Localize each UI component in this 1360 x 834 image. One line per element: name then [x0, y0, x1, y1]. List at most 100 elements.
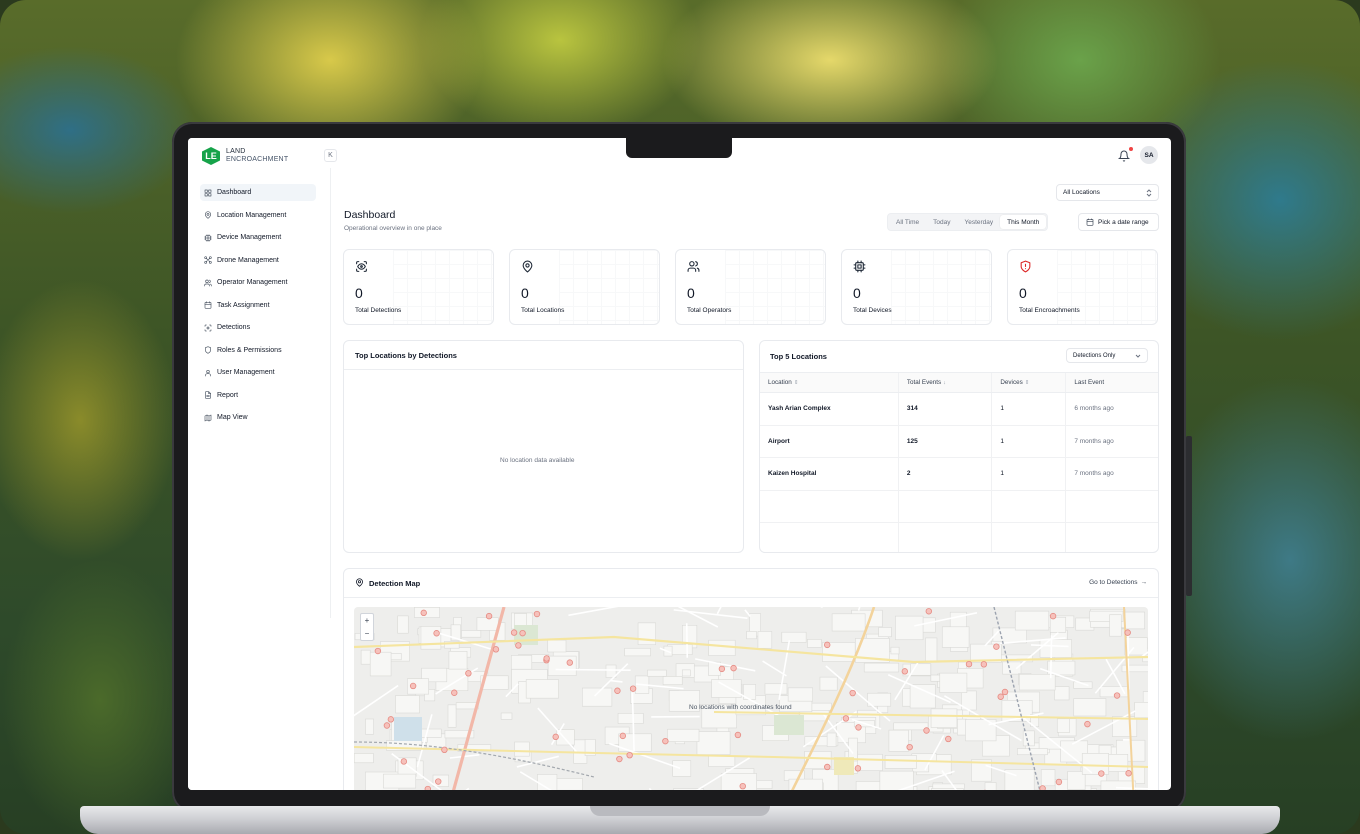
chip-icon [204, 233, 212, 242]
zoom-in-button[interactable]: + [365, 616, 370, 625]
map-zoom-control: + − [360, 613, 374, 641]
sort-icon: ↓ [943, 380, 946, 386]
detection-map-panel: Detection Map Go to Detections → + − No … [343, 568, 1159, 790]
panel-header-divider [344, 369, 743, 370]
sidebar-item-user-management[interactable]: User Management [200, 364, 316, 381]
stat-value: 0 [687, 285, 695, 301]
column-header-label: Last Event [1074, 379, 1105, 386]
sidebar: LE LAND ENCROACHMENT Dashboard Location M… [188, 138, 326, 790]
stat-label: Total Encroachments [1019, 307, 1080, 314]
date-range-button[interactable]: Pick a date range [1078, 213, 1159, 231]
top5-table: Location ⇕ Total Events ↓ Devices ⇕ Last Event… [760, 372, 1158, 552]
sidebar-item-roles-permissions[interactable]: Roles & Permissions [200, 342, 316, 359]
page-subtitle: Operational overview in one place [344, 225, 442, 232]
time-range-tabs: All Time Today Yesterday This Month [887, 213, 1049, 231]
top5-title: Top 5 Locations [770, 352, 827, 361]
chip-icon [853, 260, 866, 273]
sidebar-item-task-assignment[interactable]: Task Assignment [200, 297, 316, 314]
sort-icon: ⇕ [793, 380, 799, 386]
table-row[interactable]: Kaizen Hospital 2 1 7 months ago [760, 457, 1158, 491]
sidebar-item-label: Location Management [217, 211, 287, 219]
table-row[interactable]: Yash Arian Complex 314 1 6 months ago [760, 392, 1158, 426]
sidebar-item-label: Device Management [217, 234, 282, 241]
card-grid-decoration [559, 250, 659, 324]
empty-cell [897, 490, 992, 523]
cell-location: Yash Arian Complex [760, 392, 899, 426]
zoom-out-button[interactable]: − [365, 629, 370, 638]
column-header-label: Total Events [906, 379, 942, 386]
go-to-detections-link[interactable]: Go to Detections → [1089, 579, 1147, 586]
sidebar-item-device-management[interactable]: Device Management [200, 229, 316, 246]
cell-total-events: 125 [897, 425, 992, 458]
sidebar-nav: Dashboard Location Management Device Manag… [200, 184, 316, 432]
location-filter-select[interactable]: All Locations [1056, 184, 1159, 201]
stat-label: Total Locations [521, 307, 565, 314]
sidebar-item-label: Dashboard [217, 189, 252, 196]
laptop-screen: LE LAND ENCROACHMENT Dashboard Location M… [188, 138, 1171, 790]
sort-icon: ⇕ [1024, 380, 1030, 386]
sidebar-collapse-button[interactable]: K [324, 149, 337, 162]
grid-icon [204, 189, 212, 197]
calendar-icon [1086, 218, 1094, 226]
sidebar-item-map-view[interactable]: Map View [200, 409, 316, 426]
chevron-down-icon [1135, 354, 1141, 358]
tab-this-month[interactable]: This Month [1000, 215, 1047, 229]
sidebar-item-dashboard[interactable]: Dashboard [200, 184, 316, 201]
cell-last-event: 7 months ago [1065, 425, 1158, 458]
card-grid-decoration [891, 250, 991, 324]
stat-card-total-devices[interactable]: 0 Total Devices [841, 249, 992, 325]
cell-total-events: 2 [897, 457, 992, 491]
cell-location: Kaizen Hospital [760, 457, 899, 491]
tab-all-time[interactable]: All Time [889, 215, 926, 229]
users-icon [204, 279, 212, 287]
detection-map-canvas[interactable]: + − No locations with coordinates found [354, 607, 1148, 790]
sidebar-item-detections[interactable]: Detections [200, 319, 316, 336]
empty-cell [991, 490, 1066, 523]
top5-filter-value: Detections Only [1073, 352, 1116, 359]
detection-map-title: Detection Map [369, 579, 421, 588]
cell-total-events: 314 [897, 392, 992, 426]
column-header-total-events[interactable]: Total Events ↓ [897, 372, 992, 393]
empty-cell [1065, 522, 1158, 552]
top-locations-chart-panel: Top Locations by Detections No location … [343, 340, 744, 553]
stat-card-total-locations[interactable]: 0 Total Locations [509, 249, 660, 325]
card-grid-decoration [725, 250, 825, 324]
tab-today[interactable]: Today [926, 215, 957, 229]
app-logo[interactable]: LE LAND ENCROACHMENT [202, 147, 288, 165]
sidebar-item-operator-management[interactable]: Operator Management [200, 274, 316, 291]
sidebar-item-report[interactable]: Report [200, 387, 316, 404]
stat-card-total-encroachments[interactable]: 0 Total Encroachments [1007, 249, 1158, 325]
map-icon [204, 414, 212, 422]
cell-devices: 1 [991, 457, 1066, 491]
chevron-up-down-icon [1146, 188, 1152, 197]
users-icon [687, 260, 700, 273]
notification-dot [1129, 147, 1133, 151]
card-grid-decoration [393, 250, 493, 324]
stat-label: Total Devices [853, 307, 892, 314]
cell-last-event: 7 months ago [1065, 457, 1158, 491]
shield-alert-icon [1019, 260, 1032, 273]
empty-cell [991, 522, 1066, 552]
bell-icon[interactable] [1118, 150, 1130, 162]
sidebar-item-label: Operator Management [217, 279, 288, 286]
stat-card-total-detections[interactable]: 0 Total Detections [343, 249, 494, 325]
column-header-devices[interactable]: Devices ⇕ [991, 372, 1066, 393]
camera-notch [626, 138, 732, 158]
table-row [760, 490, 1158, 523]
go-to-detections-label: Go to Detections [1089, 579, 1138, 586]
top5-filter-select[interactable]: Detections Only [1066, 348, 1148, 363]
table-row[interactable]: Airport 125 1 7 months ago [760, 425, 1158, 458]
avatar[interactable]: SA [1140, 146, 1158, 164]
cell-location: Airport [760, 425, 899, 458]
empty-cell [760, 490, 899, 523]
stat-value: 0 [853, 285, 861, 301]
calendar-icon [204, 301, 212, 309]
laptop-side-edge [1186, 436, 1192, 596]
logo-line-1: LAND [226, 148, 246, 155]
sidebar-item-drone-management[interactable]: Drone Management [200, 252, 316, 269]
tab-yesterday[interactable]: Yesterday [957, 215, 1000, 229]
sidebar-item-location-management[interactable]: Location Management [200, 207, 316, 224]
column-header-location[interactable]: Location ⇕ [760, 372, 899, 393]
table-row [760, 522, 1158, 552]
stat-card-total-operators[interactable]: 0 Total Operators [675, 249, 826, 325]
